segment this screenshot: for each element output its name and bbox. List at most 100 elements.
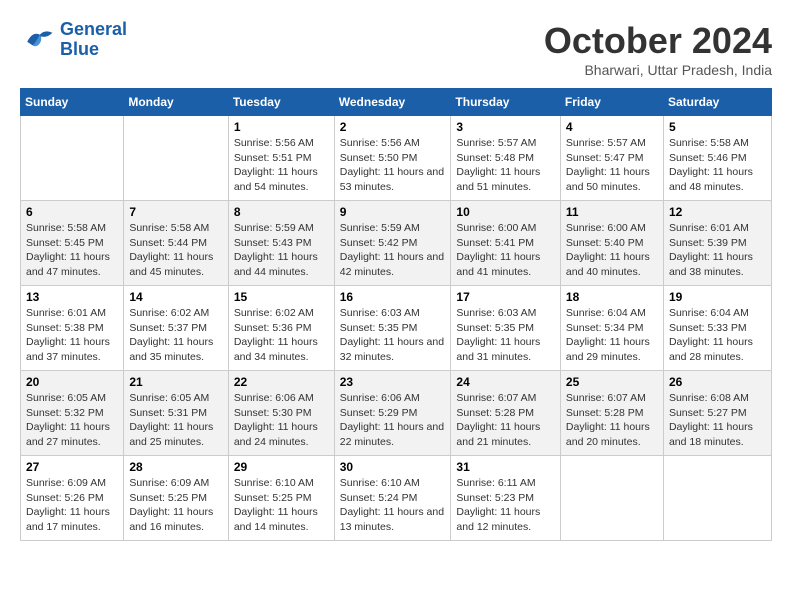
week-row-3: 13 Sunrise: 6:01 AM Sunset: 5:38 PM Dayli… bbox=[21, 286, 772, 371]
day-detail: Sunrise: 6:07 AM Sunset: 5:28 PM Dayligh… bbox=[456, 391, 554, 450]
day-detail: Sunrise: 6:09 AM Sunset: 5:26 PM Dayligh… bbox=[26, 476, 118, 535]
day-number: 18 bbox=[566, 290, 658, 304]
day-detail: Sunrise: 5:58 AM Sunset: 5:45 PM Dayligh… bbox=[26, 221, 118, 280]
day-number: 29 bbox=[234, 460, 329, 474]
day-detail: Sunrise: 5:58 AM Sunset: 5:46 PM Dayligh… bbox=[669, 136, 766, 195]
calendar-cell: 29 Sunrise: 6:10 AM Sunset: 5:25 PM Dayli… bbox=[228, 456, 334, 541]
logo-text: General Blue bbox=[60, 20, 127, 60]
week-row-5: 27 Sunrise: 6:09 AM Sunset: 5:26 PM Dayli… bbox=[21, 456, 772, 541]
header-monday: Monday bbox=[124, 89, 229, 116]
day-detail: Sunrise: 5:57 AM Sunset: 5:47 PM Dayligh… bbox=[566, 136, 658, 195]
day-detail: Sunrise: 6:07 AM Sunset: 5:28 PM Dayligh… bbox=[566, 391, 658, 450]
header-sunday: Sunday bbox=[21, 89, 124, 116]
day-number: 4 bbox=[566, 120, 658, 134]
calendar-cell: 16Sunrise: 6:03 AM Sunset: 5:35 PM Dayli… bbox=[334, 286, 451, 371]
calendar-cell: 2Sunrise: 5:56 AM Sunset: 5:50 PM Daylig… bbox=[334, 116, 451, 201]
day-detail: Sunrise: 6:02 AM Sunset: 5:36 PM Dayligh… bbox=[234, 306, 329, 365]
day-number: 10 bbox=[456, 205, 554, 219]
calendar-cell bbox=[124, 116, 229, 201]
calendar-header: SundayMondayTuesdayWednesdayThursdayFrid… bbox=[21, 89, 772, 116]
day-detail: Sunrise: 6:06 AM Sunset: 5:29 PM Dayligh… bbox=[340, 391, 446, 450]
calendar-cell: 26 Sunrise: 6:08 AM Sunset: 5:27 PM Dayli… bbox=[663, 371, 771, 456]
week-row-1: 1Sunrise: 5:56 AM Sunset: 5:51 PM Daylig… bbox=[21, 116, 772, 201]
day-detail: Sunrise: 6:06 AM Sunset: 5:30 PM Dayligh… bbox=[234, 391, 329, 450]
day-detail: Sunrise: 6:03 AM Sunset: 5:35 PM Dayligh… bbox=[456, 306, 554, 365]
header-tuesday: Tuesday bbox=[228, 89, 334, 116]
logo-line1: General bbox=[60, 19, 127, 39]
calendar-cell: 7 Sunrise: 5:58 AM Sunset: 5:44 PM Daylig… bbox=[124, 201, 229, 286]
calendar-cell: 24 Sunrise: 6:07 AM Sunset: 5:28 PM Dayli… bbox=[451, 371, 560, 456]
header-wednesday: Wednesday bbox=[334, 89, 451, 116]
logo-icon bbox=[20, 22, 56, 58]
day-number: 7 bbox=[129, 205, 223, 219]
calendar-cell: 4 Sunrise: 5:57 AM Sunset: 5:47 PM Daylig… bbox=[560, 116, 663, 201]
day-detail: Sunrise: 5:59 AM Sunset: 5:42 PM Dayligh… bbox=[340, 221, 446, 280]
calendar-cell: 14 Sunrise: 6:02 AM Sunset: 5:37 PM Dayli… bbox=[124, 286, 229, 371]
day-number: 20 bbox=[26, 375, 118, 389]
calendar-table: SundayMondayTuesdayWednesdayThursdayFrid… bbox=[20, 88, 772, 541]
day-number: 27 bbox=[26, 460, 118, 474]
month-title: October 2024 bbox=[544, 20, 772, 62]
day-detail: Sunrise: 6:04 AM Sunset: 5:33 PM Dayligh… bbox=[669, 306, 766, 365]
day-number: 12 bbox=[669, 205, 766, 219]
day-detail: Sunrise: 5:58 AM Sunset: 5:44 PM Dayligh… bbox=[129, 221, 223, 280]
day-detail: Sunrise: 6:08 AM Sunset: 5:27 PM Dayligh… bbox=[669, 391, 766, 450]
day-detail: Sunrise: 6:09 AM Sunset: 5:25 PM Dayligh… bbox=[129, 476, 223, 535]
header-saturday: Saturday bbox=[663, 89, 771, 116]
day-number: 3 bbox=[456, 120, 554, 134]
calendar-cell: 1Sunrise: 5:56 AM Sunset: 5:51 PM Daylig… bbox=[228, 116, 334, 201]
day-detail: Sunrise: 6:04 AM Sunset: 5:34 PM Dayligh… bbox=[566, 306, 658, 365]
location-subtitle: Bharwari, Uttar Pradesh, India bbox=[544, 62, 772, 78]
calendar-cell: 6 Sunrise: 5:58 AM Sunset: 5:45 PM Daylig… bbox=[21, 201, 124, 286]
header-friday: Friday bbox=[560, 89, 663, 116]
day-number: 21 bbox=[129, 375, 223, 389]
day-number: 14 bbox=[129, 290, 223, 304]
title-block: October 2024 Bharwari, Uttar Pradesh, In… bbox=[544, 20, 772, 78]
header-thursday: Thursday bbox=[451, 89, 560, 116]
day-number: 23 bbox=[340, 375, 446, 389]
day-detail: Sunrise: 6:00 AM Sunset: 5:41 PM Dayligh… bbox=[456, 221, 554, 280]
week-row-4: 20 Sunrise: 6:05 AM Sunset: 5:32 PM Dayli… bbox=[21, 371, 772, 456]
calendar-cell: 20 Sunrise: 6:05 AM Sunset: 5:32 PM Dayli… bbox=[21, 371, 124, 456]
day-number: 24 bbox=[456, 375, 554, 389]
week-row-2: 6 Sunrise: 5:58 AM Sunset: 5:45 PM Daylig… bbox=[21, 201, 772, 286]
day-detail: Sunrise: 6:01 AM Sunset: 5:39 PM Dayligh… bbox=[669, 221, 766, 280]
day-number: 25 bbox=[566, 375, 658, 389]
day-detail: Sunrise: 5:57 AM Sunset: 5:48 PM Dayligh… bbox=[456, 136, 554, 195]
day-number: 2 bbox=[340, 120, 446, 134]
day-detail: Sunrise: 6:01 AM Sunset: 5:38 PM Dayligh… bbox=[26, 306, 118, 365]
calendar-cell: 18 Sunrise: 6:04 AM Sunset: 5:34 PM Dayli… bbox=[560, 286, 663, 371]
day-detail: Sunrise: 6:05 AM Sunset: 5:32 PM Dayligh… bbox=[26, 391, 118, 450]
calendar-cell: 28Sunrise: 6:09 AM Sunset: 5:25 PM Dayli… bbox=[124, 456, 229, 541]
day-detail: Sunrise: 6:02 AM Sunset: 5:37 PM Dayligh… bbox=[129, 306, 223, 365]
day-number: 6 bbox=[26, 205, 118, 219]
calendar-cell: 10 Sunrise: 6:00 AM Sunset: 5:41 PM Dayli… bbox=[451, 201, 560, 286]
day-number: 11 bbox=[566, 205, 658, 219]
day-detail: Sunrise: 6:10 AM Sunset: 5:24 PM Dayligh… bbox=[340, 476, 446, 535]
calendar-cell: 9Sunrise: 5:59 AM Sunset: 5:42 PM Daylig… bbox=[334, 201, 451, 286]
calendar-cell: 17Sunrise: 6:03 AM Sunset: 5:35 PM Dayli… bbox=[451, 286, 560, 371]
day-number: 26 bbox=[669, 375, 766, 389]
day-number: 5 bbox=[669, 120, 766, 134]
calendar-cell: 23 Sunrise: 6:06 AM Sunset: 5:29 PM Dayli… bbox=[334, 371, 451, 456]
calendar-cell: 30 Sunrise: 6:10 AM Sunset: 5:24 PM Dayli… bbox=[334, 456, 451, 541]
day-number: 13 bbox=[26, 290, 118, 304]
calendar-cell: 21Sunrise: 6:05 AM Sunset: 5:31 PM Dayli… bbox=[124, 371, 229, 456]
day-detail: Sunrise: 5:59 AM Sunset: 5:43 PM Dayligh… bbox=[234, 221, 329, 280]
day-number: 19 bbox=[669, 290, 766, 304]
calendar-cell: 11 Sunrise: 6:00 AM Sunset: 5:40 PM Dayli… bbox=[560, 201, 663, 286]
day-detail: Sunrise: 6:10 AM Sunset: 5:25 PM Dayligh… bbox=[234, 476, 329, 535]
calendar-cell bbox=[21, 116, 124, 201]
calendar-cell bbox=[663, 456, 771, 541]
day-detail: Sunrise: 6:03 AM Sunset: 5:35 PM Dayligh… bbox=[340, 306, 446, 365]
day-number: 30 bbox=[340, 460, 446, 474]
day-number: 15 bbox=[234, 290, 329, 304]
calendar-cell bbox=[560, 456, 663, 541]
calendar-cell: 8Sunrise: 5:59 AM Sunset: 5:43 PM Daylig… bbox=[228, 201, 334, 286]
calendar-cell: 27 Sunrise: 6:09 AM Sunset: 5:26 PM Dayli… bbox=[21, 456, 124, 541]
calendar-cell: 22Sunrise: 6:06 AM Sunset: 5:30 PM Dayli… bbox=[228, 371, 334, 456]
day-detail: Sunrise: 6:00 AM Sunset: 5:40 PM Dayligh… bbox=[566, 221, 658, 280]
calendar-cell: 15 Sunrise: 6:02 AM Sunset: 5:36 PM Dayli… bbox=[228, 286, 334, 371]
header-row: SundayMondayTuesdayWednesdayThursdayFrid… bbox=[21, 89, 772, 116]
day-number: 31 bbox=[456, 460, 554, 474]
